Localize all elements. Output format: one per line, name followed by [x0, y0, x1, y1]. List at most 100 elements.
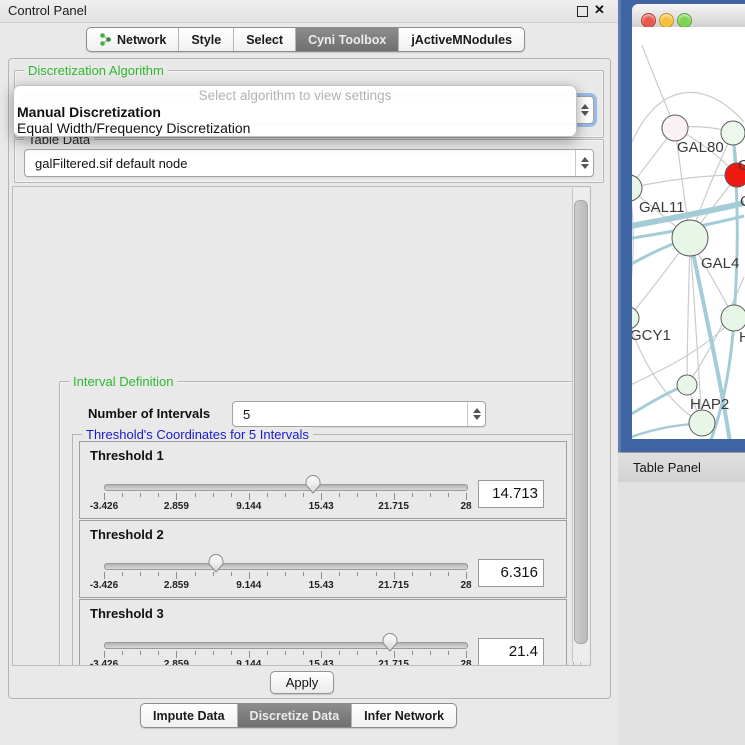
- slider-tick: [466, 651, 467, 658]
- node-label-gal11: GAL11: [639, 199, 685, 216]
- slider-tick: [357, 493, 358, 497]
- slider-thumb[interactable]: [382, 633, 398, 652]
- threshold-label: Threshold 2: [90, 527, 164, 542]
- network-view[interactable]: GAL80G.CGAL11GAL4GCY1HHAP2: [632, 27, 745, 439]
- tab-style[interactable]: Style: [178, 28, 233, 51]
- slider-tick: [249, 572, 250, 579]
- tab-label: Select: [246, 33, 283, 47]
- threshold-label: Threshold 3: [90, 606, 164, 621]
- slider-tick: [303, 493, 304, 497]
- slider-thumb[interactable]: [305, 475, 321, 494]
- slider-tick: [448, 493, 449, 497]
- slider-track[interactable]: [104, 563, 468, 570]
- slider-tick: [430, 572, 431, 576]
- apply-button[interactable]: Apply: [270, 671, 334, 694]
- slider-tick: [104, 493, 105, 500]
- slider-tick-label: 15.43: [291, 580, 351, 591]
- threshold-1-box: Threshold 1-3.4262.8599.14415.4321.71528…: [79, 441, 567, 519]
- slider-tick: [267, 493, 268, 497]
- tab-jactivemnodules[interactable]: jActiveMNodules: [398, 28, 524, 51]
- slider-tick-label: 9.144: [219, 501, 279, 512]
- network-node-gal80[interactable]: [662, 115, 688, 141]
- table-panel-body: ⚙ ✓ ✓ shared… na YDL19…YDL1YDR27…YDR2YBR…: [618, 482, 745, 745]
- close-icon[interactable]: ✕: [594, 2, 605, 18]
- slider-tick: [122, 651, 123, 655]
- settings-scrollbar-thumb[interactable]: [574, 200, 588, 644]
- threshold-2-box: Threshold 2-3.4262.8599.14415.4321.71528…: [79, 520, 567, 598]
- slider-tick: [213, 651, 214, 655]
- slider-tick-label: 2.859: [146, 659, 206, 666]
- node-label-gal80: GAL80: [677, 139, 724, 156]
- float-window-icon[interactable]: [577, 6, 588, 17]
- slider-tick: [267, 651, 268, 655]
- slider-tick: [140, 572, 141, 576]
- tab-label: jActiveMNodules: [411, 33, 512, 47]
- slider-track[interactable]: [104, 484, 468, 491]
- slider-tick-label: -3.426: [74, 501, 134, 512]
- slider-tick: [176, 493, 177, 500]
- number-of-intervals-value: 5: [233, 407, 467, 422]
- tab-impute-data[interactable]: Impute Data: [141, 704, 237, 727]
- slider-tick: [448, 651, 449, 655]
- threshold-value-field[interactable]: 14.713: [478, 480, 544, 508]
- slider-tick: [448, 572, 449, 576]
- slider-tick: [195, 572, 196, 576]
- slider-tick: [231, 572, 232, 576]
- tab-discretize-data[interactable]: Discretize Data: [237, 704, 352, 727]
- tab-infer-network[interactable]: Infer Network: [351, 704, 456, 727]
- slider-tick: [321, 493, 322, 500]
- slider-tick: [285, 651, 286, 655]
- slider-tick: [357, 572, 358, 576]
- minimize-traffic-light-icon[interactable]: [659, 13, 674, 28]
- network-node-h[interactable]: [721, 305, 745, 331]
- slider-tick: [195, 651, 196, 655]
- slider-tick-label: 2.859: [146, 580, 206, 591]
- threshold-value-field[interactable]: 6.316: [478, 559, 544, 587]
- tab-select[interactable]: Select: [233, 28, 295, 51]
- slider-tick: [339, 651, 340, 655]
- slider-tick-label: 15.43: [291, 501, 351, 512]
- thresholds-group: Threshold's Coordinates for 5 Intervals …: [72, 434, 574, 666]
- slider-track[interactable]: [104, 642, 468, 649]
- table-data-combobox[interactable]: galFiltered.sif default node: [24, 149, 594, 177]
- slider-tick: [249, 651, 250, 658]
- network-node-gcy1[interactable]: [632, 307, 639, 329]
- slider-tick: [376, 651, 377, 655]
- network-node-gal4[interactable]: [672, 220, 708, 256]
- slider-tick: [321, 572, 322, 579]
- slider-thumb[interactable]: [208, 554, 224, 573]
- network-node[interactable]: [689, 410, 715, 436]
- zoom-traffic-light-icon[interactable]: [677, 13, 692, 28]
- slider-tick: [430, 493, 431, 497]
- close-traffic-light-icon[interactable]: [641, 13, 656, 28]
- node-label-g: G.: [738, 157, 745, 174]
- network-icon: [99, 32, 112, 47]
- network-window-titlebar[interactable]: [632, 4, 745, 28]
- slider-tick: [412, 651, 413, 655]
- popup-option-equal-width-frequency-discretization[interactable]: Equal Width/Frequency Discretization: [17, 120, 571, 136]
- slider-tick: [176, 572, 177, 579]
- tab-network[interactable]: Network: [87, 28, 178, 51]
- group-title-discretization-algorithm: Discretization Algorithm: [24, 63, 168, 78]
- slider-tick: [412, 572, 413, 576]
- tab-cyni-toolbox[interactable]: Cyni Toolbox: [295, 28, 398, 51]
- table-data-combobox-value: galFiltered.sif default node: [25, 156, 575, 171]
- slider-tick: [285, 572, 286, 576]
- combo-spinner-icon[interactable]: [575, 150, 593, 176]
- popup-option-manual-discretization[interactable]: Manual Discretization: [17, 104, 571, 120]
- number-of-intervals-combobox[interactable]: 5: [232, 401, 486, 427]
- algorithm-dropdown-popup: Select algorithm to view settings Manual…: [13, 85, 577, 137]
- tab-label: Discretize Data: [250, 709, 340, 723]
- slider-tick: [430, 651, 431, 655]
- combo-spinner-icon[interactable]: [575, 97, 593, 123]
- combo-spinner-icon[interactable]: [467, 402, 485, 426]
- slider-tick: [104, 572, 105, 579]
- network-node-hap2[interactable]: [677, 375, 697, 395]
- threshold-value-field[interactable]: 21.4: [478, 638, 544, 666]
- node-label-gcy1: GCY1: [632, 327, 671, 344]
- node-label-c: C: [740, 193, 745, 210]
- slider-tick: [394, 572, 395, 579]
- network-node-g[interactable]: [721, 121, 745, 145]
- settings-viewport: Interval Definition Number of Intervals …: [12, 186, 591, 666]
- group-title-thresholds: Threshold's Coordinates for 5 Intervals: [82, 427, 313, 442]
